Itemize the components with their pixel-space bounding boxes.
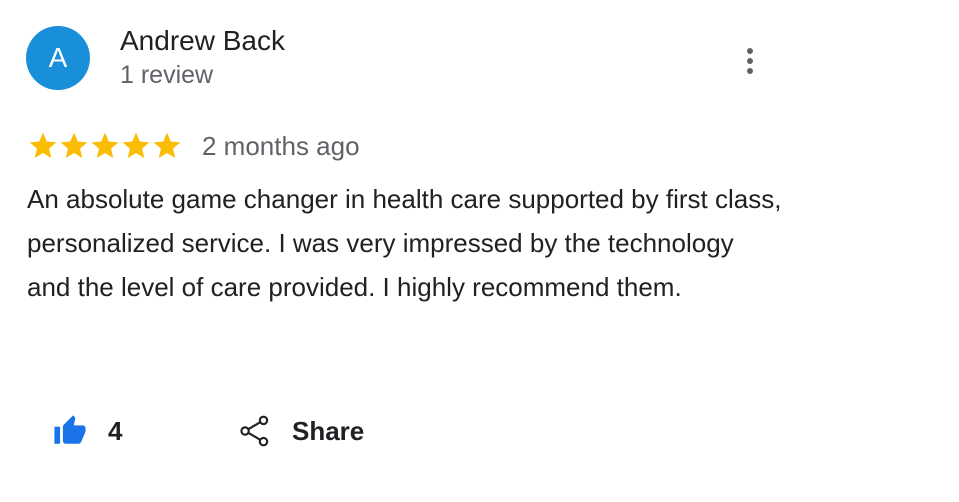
- reviewer-name[interactable]: Andrew Back: [120, 25, 285, 57]
- more-options-button[interactable]: [730, 40, 770, 82]
- review-date: 2 months ago: [202, 130, 360, 161]
- share-button[interactable]: Share: [238, 410, 364, 452]
- reviewer-review-count: 1 review: [120, 61, 214, 89]
- share-label: Share: [292, 415, 365, 446]
- star-icon: [29, 132, 57, 158]
- rating-row: 2 months ago: [27, 128, 360, 164]
- avatar-initial: A: [48, 42, 68, 73]
- review-text: An absolute game changer in health care …: [27, 184, 782, 302]
- thumbs-up-icon: [54, 415, 86, 444]
- star-icon: [153, 132, 181, 158]
- star-icon: [122, 132, 150, 158]
- star-icon: [91, 132, 119, 158]
- more-vert-icon: [747, 48, 753, 74]
- star-icon: [60, 132, 88, 158]
- avatar[interactable]: A: [26, 26, 90, 90]
- like-button[interactable]: 4: [50, 410, 122, 452]
- star-rating: [27, 130, 182, 162]
- review-card: A Andrew Back 1 review 2 months ago An a…: [0, 0, 959, 502]
- like-count: 4: [108, 415, 123, 446]
- share-icon: [240, 415, 269, 447]
